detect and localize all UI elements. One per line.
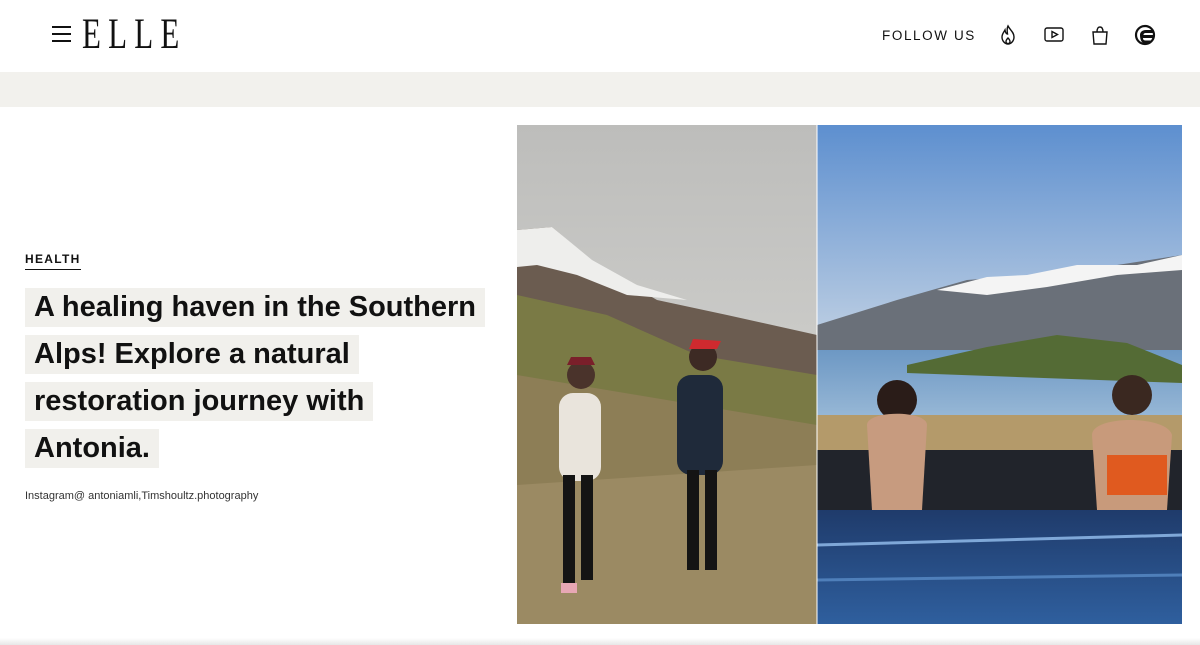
hero-image[interactable] [517,125,1182,624]
play-icon[interactable] [1043,24,1065,46]
hamburger-menu-icon[interactable] [52,26,74,46]
photo-credit: Instagram@ antoniamli,Timshoultz.photogr… [25,490,259,502]
shopping-bag-icon[interactable] [1089,24,1111,46]
site-header: ELLE FOLLOW US [0,0,1200,72]
category-label[interactable]: HEALTH [25,252,81,270]
article-headline[interactable]: A healing haven in the Southern Alps! Ex… [25,284,495,472]
circle-logo-icon[interactable] [1134,24,1156,46]
headline-text[interactable]: A healing haven in the Southern Alps! Ex… [25,288,486,468]
elle-logo[interactable]: ELLE [82,13,186,57]
page-bottom-edge [0,638,1200,645]
follow-us-label: FOLLOW US [882,28,976,43]
ad-band [0,72,1200,107]
article-teaser: HEALTH A healing haven in the Southern A… [25,250,495,502]
flame-icon[interactable] [997,24,1019,46]
